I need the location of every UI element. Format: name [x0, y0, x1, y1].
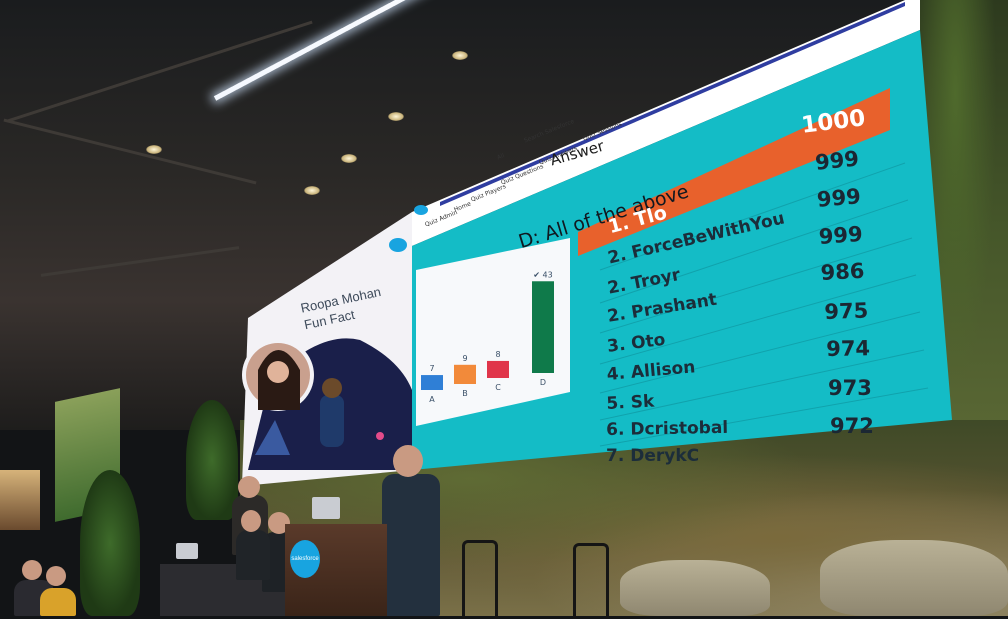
leaderboard-name: Sk: [630, 391, 655, 413]
laptop: [176, 543, 198, 559]
stair-rail: [573, 543, 609, 619]
leaderboard-score: 986: [820, 258, 866, 285]
leaderboard-row: 5. Sk: [606, 391, 655, 413]
leaderboard-score: 972: [830, 414, 874, 438]
stair-rail: [462, 540, 498, 619]
salesforce-logo: salesforce: [290, 540, 320, 578]
leaderboard-name: Dcristobal: [630, 417, 729, 440]
leaderboard-rank: 3.: [606, 334, 633, 357]
leaderboard-score: 973: [828, 376, 872, 400]
laptop: [312, 497, 340, 519]
leaderboard-score: 975: [824, 298, 869, 324]
leaderboard-score: 999: [814, 146, 861, 175]
leaderboard-score: 999: [818, 221, 864, 249]
leaderboard-rank: 4.: [606, 362, 632, 385]
leaderboard-score: 999: [816, 184, 862, 212]
leaderboard-name: DerykC: [630, 446, 700, 466]
leaderboard-rank: 7.: [606, 446, 631, 466]
leaderboard-row: 6. Dcristobal: [606, 418, 728, 440]
leaderboard-name: Oto: [630, 329, 667, 354]
leaderboard-rank: 5.: [606, 392, 632, 414]
leaderboard-rank: 2.: [606, 303, 634, 327]
leaderboard-row: 7. DerykC: [606, 446, 699, 466]
leaderboard-score: 974: [826, 336, 871, 361]
leaderboard-rank: 6.: [606, 419, 631, 440]
